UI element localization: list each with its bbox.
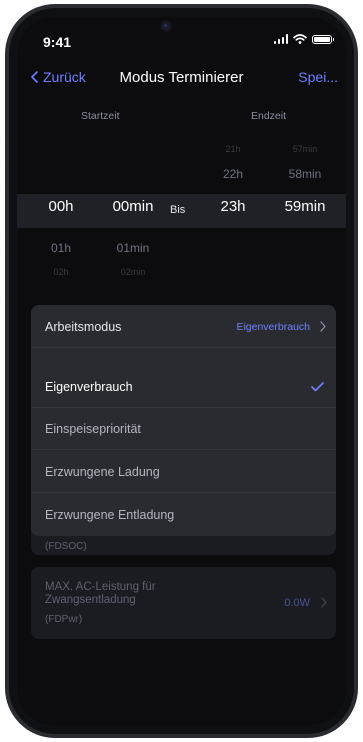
work-mode-label: Arbeitsmodus [45, 320, 122, 334]
wifi-icon [293, 34, 307, 44]
start-hour-wheel[interactable]: 00h 01h 02h [17, 145, 97, 295]
cellular-signal-icon [273, 34, 288, 44]
work-mode-dropdown: Arbeitsmodus Eigenverbrauch Eigenverbrau… [31, 305, 336, 536]
end-hour-selected: 23h [220, 198, 246, 215]
status-time: 9:41 [43, 34, 72, 50]
fdpwr-setting-card[interactable]: MAX. AC-Leistung für Zwangsentladung (FD… [31, 567, 336, 639]
start-hour-option: 02h [53, 267, 69, 277]
chevron-right-icon [321, 597, 327, 608]
end-time-header: Endzeit [251, 110, 287, 122]
divider [31, 492, 336, 493]
checkmark-icon [311, 382, 324, 392]
option-label: Erzwungene Entladung [45, 508, 175, 522]
front-camera [162, 22, 170, 30]
start-time-header: Startzeit [81, 110, 120, 122]
start-minute-wheel[interactable]: 00min 01min 02min [97, 145, 167, 295]
app-screen: 9:41 Zurück Modus Terminierer Spei... St… [17, 17, 346, 725]
fdpwr-value: 0.0W [284, 597, 310, 609]
option-erzwungene-entladung[interactable]: Erzwungene Entladung [31, 494, 336, 536]
work-mode-header[interactable]: Arbeitsmodus Eigenverbrauch [31, 305, 336, 348]
back-label: Zurück [43, 69, 86, 85]
end-minute-option: 57min [292, 144, 318, 154]
work-mode-value: Eigenverbrauch [236, 321, 310, 333]
option-erzwungene-ladung[interactable]: Erzwungene Ladung [31, 451, 336, 493]
end-minute-selected: 59min [284, 198, 326, 215]
end-hour-option: 21h [225, 144, 241, 154]
start-hour-option: 01h [50, 241, 72, 255]
range-separator: Bis [170, 204, 186, 216]
start-minute-selected: 00min [112, 198, 154, 215]
option-label: Einspeisepriorität [45, 422, 141, 436]
option-label: Erzwungene Ladung [45, 465, 160, 479]
fdsoc-code: (FDSOC) [45, 541, 87, 552]
chevron-right-icon [320, 321, 326, 332]
fdpwr-code: (FDPwr) [45, 614, 83, 625]
end-minute-option: 58min [288, 167, 322, 181]
start-minute-option: 01min [116, 241, 150, 255]
battery-icon [312, 34, 334, 44]
end-hour-option: 22h [222, 167, 244, 181]
fdpwr-label: MAX. AC-Leistung für Zwangsentladung [45, 581, 156, 606]
chevron-left-icon [31, 71, 38, 83]
end-hour-wheel[interactable]: 21h 22h 23h [197, 144, 267, 295]
status-icons [273, 34, 334, 44]
option-label: Eigenverbrauch [45, 380, 133, 394]
option-einspeiseprioritaet[interactable]: Einspeisepriorität [31, 408, 336, 450]
end-minute-wheel[interactable]: 57min 58min 59min [267, 144, 346, 295]
option-eigenverbrauch[interactable]: Eigenverbrauch [31, 368, 336, 408]
save-button[interactable]: Spei... [298, 69, 338, 85]
start-minute-option: 02min [120, 267, 146, 277]
divider [31, 347, 336, 348]
back-button[interactable]: Zurück [31, 69, 86, 85]
start-hour-selected: 00h [48, 198, 74, 215]
divider [31, 449, 336, 450]
